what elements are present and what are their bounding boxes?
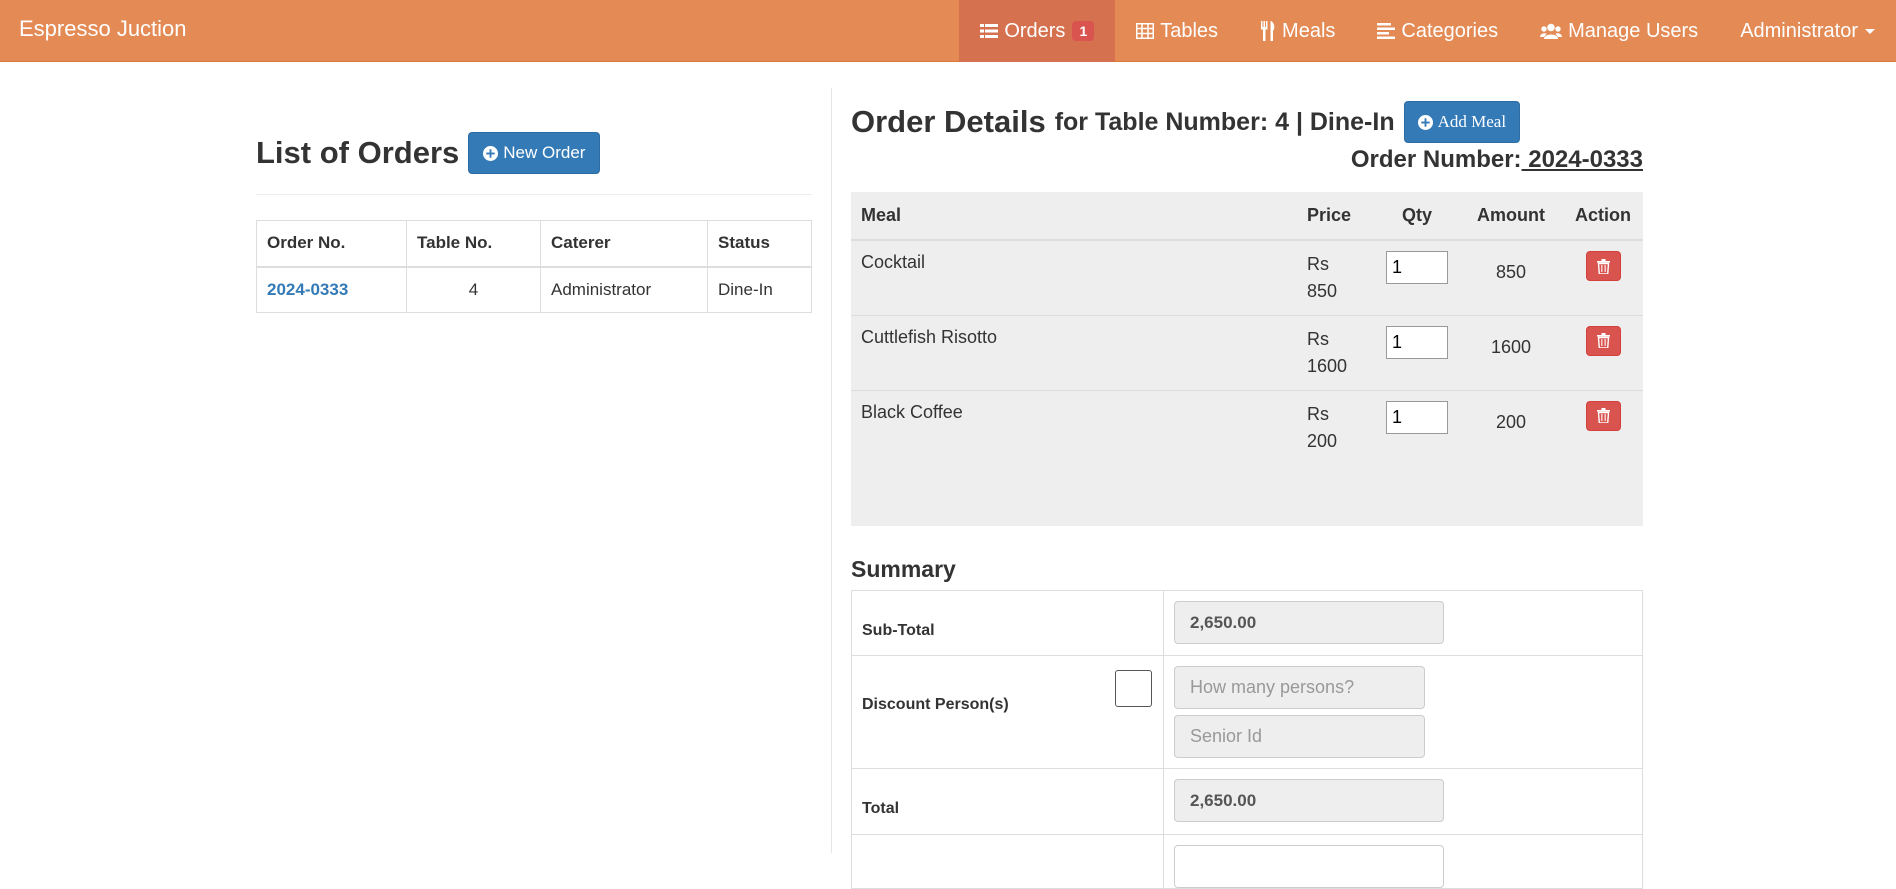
next-row	[851, 834, 1643, 889]
qty-input[interactable]	[1386, 325, 1448, 359]
meal-amount: 200	[1459, 389, 1563, 465]
orders-header: List of Orders New Order	[256, 132, 812, 174]
col-caterer: Caterer	[540, 220, 708, 268]
caret-down-icon	[1865, 28, 1875, 34]
col-table-no: Table No.	[406, 220, 541, 268]
discount-checkbox[interactable]	[1115, 670, 1152, 707]
add-meal-label: Add Meal	[1437, 112, 1507, 131]
col-price: Price	[1297, 192, 1375, 241]
nav-orders[interactable]: Orders 1	[959, 0, 1116, 62]
next-field[interactable]	[1174, 845, 1444, 888]
caterer-cell: Administrator	[540, 266, 708, 313]
total-row: Total 2,650.00	[851, 768, 1643, 835]
nav-categories-label: Categories	[1401, 19, 1499, 42]
nav-user-label: Administrator	[1740, 19, 1858, 42]
align-left-icon	[1377, 23, 1396, 39]
col-qty: Qty	[1375, 192, 1459, 241]
new-order-button[interactable]: New Order	[468, 132, 601, 174]
meal-name: Cocktail	[851, 239, 1297, 315]
users-icon	[1540, 23, 1563, 39]
col-order-no: Order No.	[256, 220, 407, 268]
total-field: 2,650.00	[1174, 779, 1444, 822]
qty-input[interactable]	[1386, 251, 1448, 284]
col-action: Action	[1563, 192, 1643, 241]
summary-title: Summary	[851, 556, 956, 582]
meal-name: Black Coffee	[851, 389, 1297, 465]
order-details-subtitle: for Table Number: 4 | Dine-In	[1054, 107, 1395, 136]
nav-tables[interactable]: Tables	[1115, 0, 1239, 62]
order-number-label: Order Number:	[1350, 146, 1522, 173]
column-divider	[831, 88, 832, 853]
top-navbar: Espresso Juction Orders 1 Tables Meals C…	[0, 0, 1896, 62]
cutlery-icon	[1261, 21, 1275, 41]
nav-user-menu[interactable]: Administrator	[1719, 0, 1896, 62]
orders-count-badge: 1	[1072, 21, 1095, 41]
meal-price: Rs 200	[1297, 389, 1375, 465]
meal-amount: 1600	[1459, 314, 1563, 390]
table-no-cell: 4	[406, 266, 541, 313]
meal-price: Rs 1600	[1297, 314, 1375, 390]
order-details-header: Order Details for Table Number: 4 | Dine…	[851, 101, 1521, 143]
price-currency: Rs	[1307, 328, 1329, 349]
table-icon	[1136, 23, 1155, 39]
col-amount: Amount	[1459, 192, 1563, 241]
col-status: Status	[707, 220, 812, 268]
table-row[interactable]: 2024-0333 4 Administrator Dine-In	[256, 266, 812, 313]
plus-circle-icon	[483, 145, 499, 161]
nav-categories[interactable]: Categories	[1356, 0, 1519, 62]
total-label: Total	[851, 768, 1164, 835]
trash-icon	[1596, 333, 1610, 348]
summary-table: Sub-Total 2,650.00 Discount Person(s) Ho…	[851, 590, 1643, 889]
price-currency: Rs	[1307, 403, 1329, 424]
price-value: 1600	[1307, 355, 1348, 376]
plus-circle-icon	[1417, 114, 1433, 130]
table-row: Cocktail Rs 850 850	[851, 239, 1643, 315]
discount-label: Discount Person(s)	[862, 696, 1009, 713]
nav-orders-label: Orders	[1004, 19, 1066, 42]
orders-table: Order No. Table No. Caterer Status 2024-…	[256, 220, 812, 313]
subtotal-label: Sub-Total	[851, 590, 1164, 656]
meal-name: Cuttlefish Risotto	[851, 314, 1297, 390]
nav-tables-label: Tables	[1160, 19, 1219, 42]
trash-icon	[1596, 408, 1610, 423]
meal-amount: 850	[1459, 239, 1563, 315]
price-currency: Rs	[1307, 254, 1329, 274]
nav-meals-label: Meals	[1282, 19, 1336, 42]
meals-panel: Meal Price Qty Amount Action Cocktail Rs…	[851, 192, 1643, 526]
orders-divider	[256, 194, 812, 195]
nav-manage-users-label: Manage Users	[1568, 19, 1699, 42]
order-details-title: Order Details	[851, 104, 1046, 139]
subtotal-field: 2,650.00	[1174, 601, 1444, 644]
order-number-value: 2024-0333	[1521, 146, 1643, 173]
trash-icon	[1596, 258, 1610, 274]
orders-title: List of Orders	[256, 135, 460, 170]
list-icon	[980, 24, 999, 38]
price-value: 850	[1307, 281, 1338, 301]
nav-meals[interactable]: Meals	[1239, 0, 1356, 62]
add-meal-button[interactable]: Add Meal	[1403, 101, 1521, 143]
nav-menu: Orders 1 Tables Meals Categories Manage …	[959, 0, 1896, 62]
orders-table-header: Order No. Table No. Caterer Status	[256, 220, 812, 268]
qty-input[interactable]	[1386, 400, 1448, 434]
meal-price: Rs 850	[1297, 239, 1375, 315]
delete-meal-button[interactable]	[1585, 400, 1621, 431]
price-value: 200	[1307, 430, 1338, 451]
nav-manage-users[interactable]: Manage Users	[1519, 0, 1719, 62]
order-link[interactable]: 2024-0333	[267, 280, 348, 299]
delete-meal-button[interactable]	[1585, 325, 1621, 356]
col-meal: Meal	[851, 192, 1297, 241]
new-order-label: New Order	[503, 143, 586, 162]
meals-table: Meal Price Qty Amount Action Cocktail Rs…	[851, 192, 1643, 465]
order-number: Order Number: 2024-0333	[1351, 146, 1643, 174]
senior-id-input[interactable]: Senior Id	[1174, 715, 1425, 758]
brand-name[interactable]: Espresso Juction	[19, 16, 187, 42]
table-row: Cuttlefish Risotto Rs 1600 1600	[851, 314, 1643, 390]
subtotal-row: Sub-Total 2,650.00	[851, 590, 1643, 656]
meals-table-header: Meal Price Qty Amount Action	[851, 192, 1643, 241]
delete-meal-button[interactable]	[1585, 251, 1621, 281]
status-cell: Dine-In	[707, 266, 812, 313]
discount-row: Discount Person(s) How many persons? Sen…	[851, 655, 1643, 769]
table-row: Black Coffee Rs 200 200	[851, 389, 1643, 465]
persons-count-input[interactable]: How many persons?	[1174, 666, 1425, 709]
